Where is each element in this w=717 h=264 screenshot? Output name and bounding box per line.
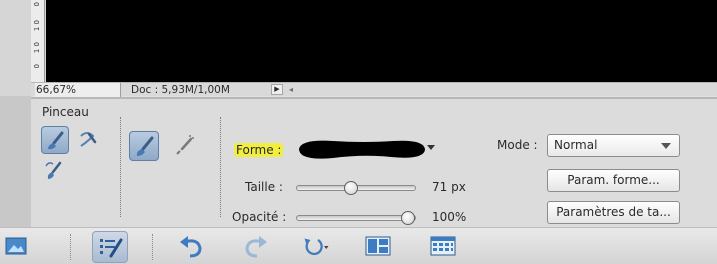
ruler-mark: 1 0 [33,42,41,54]
rotate-icon[interactable] [300,232,330,260]
status-menu-arrow-button[interactable]: ▶ [271,84,283,95]
impressionist-brush-icon [80,132,97,147]
taille-label: Taille : [245,180,283,194]
tool-options-panel: Pinceau Forme: Taille: 71 px Opacité:… [31,97,717,227]
opacite-slider[interactable] [296,211,416,225]
color-replace-icon [45,161,62,179]
ruler-mark: 0 [33,64,41,69]
opacite-label: Opacité : [232,210,287,224]
photo-bin-icon[interactable] [2,232,32,260]
scroll-left-icon[interactable]: ◂ [289,83,293,97]
color-replace-brush-button[interactable] [41,157,69,185]
left-panel-edge [0,96,31,227]
vertical-ruler: 0 1 0 1 0 0 [31,0,45,82]
brush-shape-dropdown-icon[interactable] [427,145,435,151]
image-canvas[interactable] [46,0,717,82]
brush-shape-preview[interactable] [293,133,433,163]
tool-options-icon [100,238,123,258]
brush-mode-icon [136,136,154,156]
doc-size-readout: Doc : 5,93M/1,00M [131,84,230,96]
divider [120,117,121,217]
layout-icon[interactable] [363,232,393,260]
chevron-down-icon [661,143,671,149]
taskbar-divider [152,234,153,260]
brush-icon [48,131,64,150]
opacite-value: 100% [432,210,467,224]
organizer-icon[interactable] [428,232,458,260]
ruler-mark: 1 0 [33,20,41,32]
taille-slider[interactable] [296,181,416,195]
brush-mode-button[interactable] [129,131,159,161]
redo-icon[interactable] [241,232,271,260]
mode-select-value: Normal [554,138,598,152]
tool-options-toggle-button[interactable] [92,231,128,263]
mode-select[interactable]: Normal [547,134,680,157]
forme-label: Forme : [234,143,284,157]
brush-tool-button[interactable] [41,126,69,154]
ruler-mark: 0 [33,2,41,7]
taille-value: 71 px [432,180,466,194]
mode-label: Mode : [497,138,538,152]
panel-title: Pinceau [42,105,89,119]
status-bar: 66,67% Doc : 5,93M/1,00M ▶ ◂ [31,82,717,97]
taskbar-divider [70,234,71,260]
airbrush-icon [176,135,194,155]
param-forme-button[interactable]: Param. forme... [547,169,680,192]
forme-label-wrap: Forme : [234,143,284,157]
opacite-slider-knob[interactable] [401,211,415,225]
parametres-tablette-button[interactable]: Paramètres de ta... [547,201,680,224]
undo-icon[interactable] [176,232,206,260]
zoom-field[interactable]: 66,67% [35,83,121,97]
airbrush-mode-button[interactable] [171,131,199,159]
taille-slider-knob[interactable] [344,181,358,195]
bottom-taskbar [0,227,717,264]
impressionist-brush-button[interactable] [73,126,101,154]
divider [220,117,221,217]
